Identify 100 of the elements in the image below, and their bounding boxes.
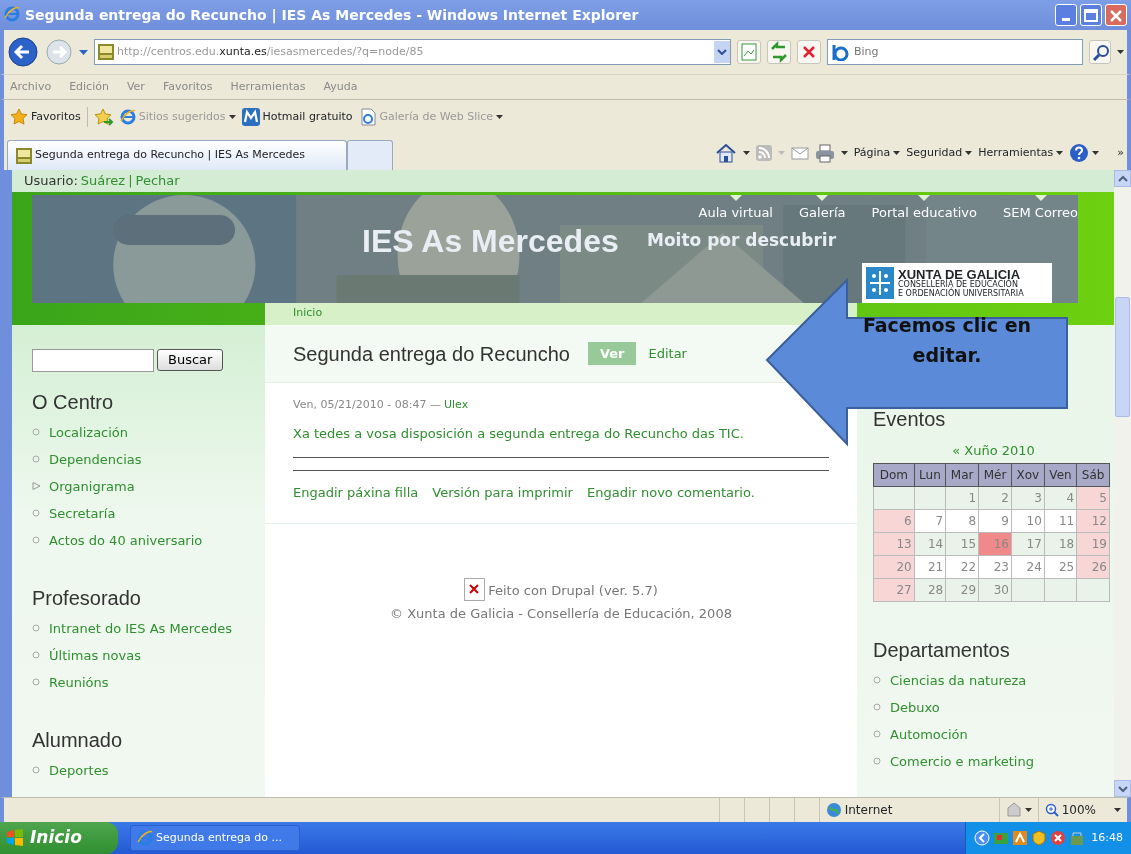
browser-tab[interactable]: Segunda entrega do Recuncho | IES As Mercedes bbox=[7, 140, 347, 170]
back-button[interactable] bbox=[7, 36, 39, 68]
printer-icon[interactable] bbox=[814, 143, 835, 163]
author-link[interactable]: Ulex bbox=[443, 397, 469, 414]
close-button[interactable] bbox=[1105, 4, 1127, 26]
favorite-link[interactable]: Hotmail gratuito bbox=[241, 108, 353, 126]
sidebar-link[interactable]: Comercio e marketing bbox=[890, 750, 1034, 773]
refresh-button[interactable] bbox=[767, 40, 791, 64]
broken-image-icon bbox=[464, 577, 486, 601]
sidebar-link[interactable]: Localización bbox=[49, 422, 129, 444]
security-alert-icon[interactable] bbox=[1050, 830, 1067, 846]
caret-icon[interactable] bbox=[1114, 808, 1121, 812]
caret-icon[interactable] bbox=[893, 151, 901, 155]
caret-icon[interactable] bbox=[840, 151, 848, 155]
help-button[interactable] bbox=[1069, 143, 1100, 163]
site-icon bbox=[16, 147, 32, 164]
shield-icon[interactable] bbox=[1031, 830, 1048, 846]
page-tab[interactable]: Ver bbox=[587, 341, 637, 366]
calendar-day[interactable]: 20 bbox=[873, 555, 915, 578]
sidebar-link[interactable]: Organigrama bbox=[49, 476, 135, 498]
user-link[interactable]: Suárez bbox=[80, 171, 126, 191]
sidebar-link[interactable]: Últimas novas bbox=[49, 645, 141, 667]
menu-item[interactable]: Archivo bbox=[10, 78, 52, 96]
action-link[interactable]: Engadir novo comentario. bbox=[586, 485, 755, 500]
bullet-icon bbox=[873, 702, 882, 711]
menu-item[interactable]: Herramientas bbox=[230, 78, 306, 96]
sidebar-link[interactable]: Secretaría bbox=[49, 503, 116, 525]
home-icon[interactable] bbox=[714, 142, 737, 164]
calendar-day[interactable]: 6 bbox=[873, 509, 915, 532]
forward-button[interactable] bbox=[45, 38, 73, 66]
calendar-day[interactable]: 13 bbox=[873, 532, 915, 555]
weekday-header: Mér bbox=[978, 463, 1012, 486]
maximize-button[interactable] bbox=[1080, 4, 1102, 26]
bullet-icon bbox=[873, 729, 882, 738]
caret-icon[interactable] bbox=[742, 151, 750, 155]
search-button[interactable]: Buscar bbox=[157, 349, 224, 371]
sidebar-link[interactable]: Reunións bbox=[49, 672, 109, 694]
caret-icon[interactable] bbox=[496, 115, 504, 119]
command-menu[interactable]: Página bbox=[853, 144, 901, 162]
caret-icon[interactable] bbox=[717, 49, 727, 55]
caret-icon[interactable] bbox=[1056, 151, 1064, 155]
logout-link[interactable]: Pechar bbox=[135, 171, 180, 191]
favorite-link[interactable]: Sitios sugeridos bbox=[119, 108, 236, 126]
more-button[interactable]: » bbox=[1117, 144, 1124, 162]
favorite-link[interactable]: Galería de Web Slice bbox=[358, 108, 504, 126]
compatibility-view-button[interactable] bbox=[737, 40, 761, 64]
marker-icon bbox=[918, 195, 931, 201]
menu-item[interactable]: Ver bbox=[126, 78, 145, 96]
menu-item[interactable]: Ayuda bbox=[323, 78, 358, 96]
sidebar-link[interactable]: Debuxo bbox=[890, 696, 940, 719]
month-link[interactable]: « Xuño 2010 bbox=[952, 443, 1035, 458]
sidebar-link[interactable]: Intranet do IES As Mercedes bbox=[49, 618, 232, 640]
weekday-header: Dom bbox=[873, 463, 915, 486]
page-tab[interactable]: Editar bbox=[636, 341, 699, 366]
taskbar-button[interactable]: Segunda entrega do ... bbox=[130, 825, 300, 851]
bullet-icon bbox=[32, 624, 41, 632]
add-favorite-icon[interactable] bbox=[93, 108, 114, 126]
action-link[interactable]: Engadir páxina filla bbox=[293, 485, 419, 500]
site-icon bbox=[98, 44, 114, 60]
nav-link[interactable]: SEM Correo bbox=[1003, 201, 1078, 223]
mail-icon[interactable] bbox=[790, 145, 809, 161]
scrollbar-thumb[interactable] bbox=[1115, 297, 1130, 417]
stop-button[interactable] bbox=[797, 40, 821, 64]
expand-tray-icon[interactable] bbox=[974, 830, 991, 846]
caret-icon[interactable] bbox=[1117, 50, 1124, 54]
nav-link[interactable]: Portal educativo bbox=[871, 201, 977, 223]
caret-icon[interactable] bbox=[965, 151, 973, 155]
section-heading: O Centro bbox=[32, 390, 115, 414]
caret-icon[interactable] bbox=[1092, 151, 1100, 155]
search-field[interactable] bbox=[32, 349, 154, 372]
breadcrumb-link[interactable]: Inicio bbox=[293, 306, 323, 319]
caret-icon[interactable] bbox=[228, 115, 236, 119]
command-menu[interactable]: Seguridad bbox=[906, 144, 973, 162]
section-heading: Alumnado bbox=[32, 728, 124, 752]
calendar-day[interactable]: 27 bbox=[873, 578, 915, 601]
arrow-up-icon bbox=[1117, 174, 1128, 183]
site-name[interactable]: IES As Mercedes bbox=[362, 217, 619, 265]
start-button[interactable]: Inicio bbox=[0, 822, 118, 854]
caret-icon[interactable] bbox=[79, 49, 88, 55]
caret-icon[interactable] bbox=[1024, 808, 1032, 812]
scroll-down-button[interactable] bbox=[1114, 780, 1131, 797]
search-button[interactable] bbox=[1089, 40, 1111, 64]
page-title: Segunda entrega do Recuncho bbox=[293, 341, 570, 367]
sidebar-link[interactable]: Ciencias da natureza bbox=[890, 669, 1027, 692]
sidebar-link[interactable]: Automoción bbox=[890, 723, 968, 746]
menu-item[interactable]: Favoritos bbox=[162, 78, 213, 96]
menu-item[interactable]: Edición bbox=[69, 78, 109, 96]
sidebar-link[interactable]: Deportes bbox=[49, 760, 109, 782]
minimize-button[interactable] bbox=[1055, 4, 1077, 26]
sidebar-link[interactable]: Dependencias bbox=[49, 449, 142, 471]
update-icon[interactable] bbox=[1012, 830, 1029, 846]
search-box[interactable]: Bing bbox=[827, 39, 1083, 65]
favorites-button[interactable]: Favoritos bbox=[10, 108, 81, 126]
command-menu[interactable]: Herramientas bbox=[978, 144, 1064, 162]
nav-link[interactable]: Galería bbox=[799, 201, 846, 223]
sidebar-link[interactable]: Actos do 40 aniversario bbox=[49, 530, 203, 552]
address-field[interactable]: http://centros.edu.xunta.es/iesasmercedes/?q=node/85 bbox=[94, 39, 731, 65]
nav-link[interactable]: Aula virtual bbox=[698, 201, 773, 223]
action-link[interactable]: Versión para imprimir bbox=[432, 485, 573, 500]
scroll-up-button[interactable] bbox=[1114, 170, 1131, 187]
